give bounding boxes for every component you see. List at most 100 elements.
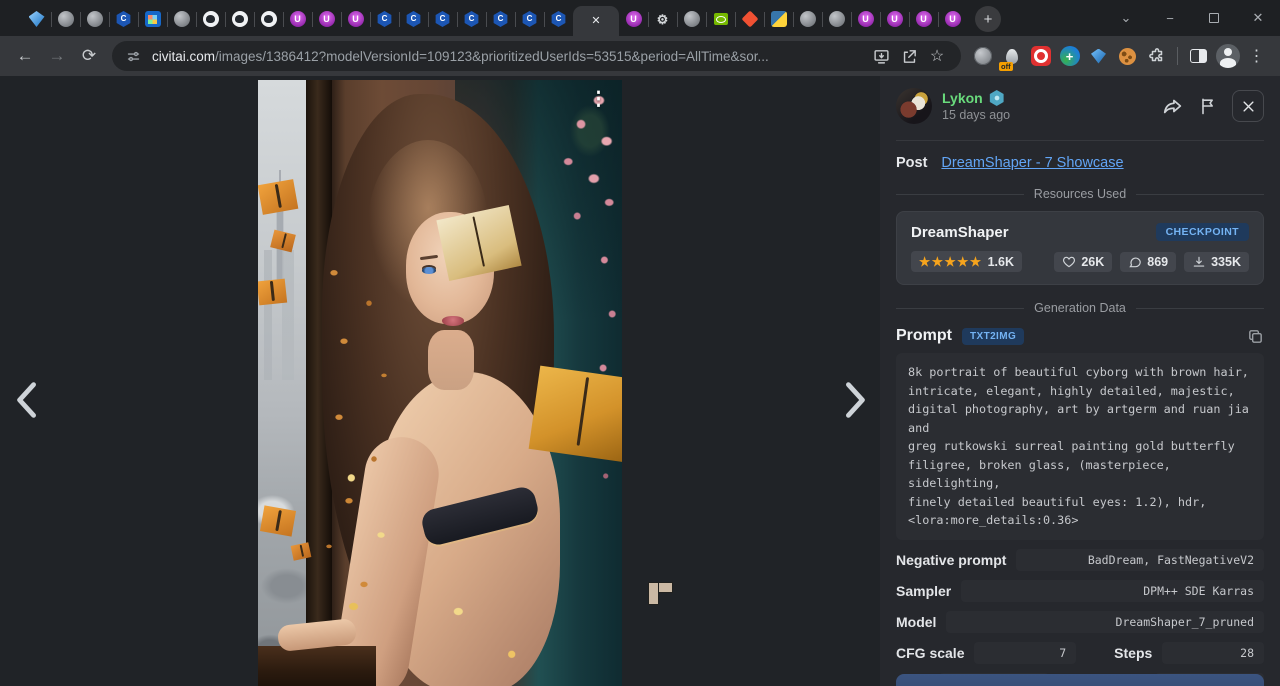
- address-bar[interactable]: civitai.com/images/1386412?modelVersionI…: [112, 41, 961, 71]
- woman-neck: [428, 330, 474, 390]
- resource-card[interactable]: DreamShaper CHECKPOINT ★★★★★ 1.6K 26K: [896, 211, 1264, 285]
- chex-favicon: C: [464, 11, 480, 27]
- previous-image-button[interactable]: [4, 376, 52, 424]
- maximize-button[interactable]: [1192, 0, 1236, 36]
- prompt-label: Prompt: [896, 327, 952, 345]
- minimize-button[interactable]: −: [1148, 0, 1192, 36]
- red-o-extension-icon[interactable]: [1027, 41, 1054, 71]
- tab[interactable]: U: [909, 2, 938, 36]
- copy-generation-data-button[interactable]: [896, 674, 1264, 686]
- tab[interactable]: [225, 2, 254, 36]
- chex-favicon: C: [551, 11, 567, 27]
- tab-search-icon[interactable]: ⌄: [1104, 0, 1148, 36]
- tab-active[interactable]: ✕: [573, 6, 619, 36]
- tab[interactable]: [22, 2, 51, 36]
- share-icon[interactable]: [895, 42, 923, 70]
- tab[interactable]: ⚙: [648, 2, 677, 36]
- side-panel-icon[interactable]: [1185, 41, 1212, 71]
- tab[interactable]: U: [938, 2, 967, 36]
- tab[interactable]: C: [370, 2, 399, 36]
- install-icon[interactable]: [867, 42, 895, 70]
- tab[interactable]: U: [619, 2, 648, 36]
- tab[interactable]: C: [428, 2, 457, 36]
- share-post-icon[interactable]: [1162, 95, 1184, 117]
- lips: [442, 316, 464, 326]
- tab[interactable]: U: [880, 2, 909, 36]
- cfg-scale-value[interactable]: 7: [974, 642, 1076, 664]
- site-info-icon[interactable]: [122, 45, 144, 67]
- tab[interactable]: [51, 2, 80, 36]
- tab[interactable]: [735, 2, 764, 36]
- orange-butterfly: [258, 279, 287, 306]
- image-options-menu-icon[interactable]: ⋮: [589, 88, 608, 111]
- url-domain: civitai.com: [152, 49, 215, 64]
- steps-label: Steps: [1114, 645, 1152, 661]
- tab[interactable]: C: [544, 2, 573, 36]
- post-link[interactable]: DreamShaper - 7 Showcase: [941, 155, 1123, 171]
- chex-favicon: C: [493, 11, 509, 27]
- tab[interactable]: [80, 2, 109, 36]
- tab[interactable]: [764, 2, 793, 36]
- tab[interactable]: C: [515, 2, 544, 36]
- steps-value[interactable]: 28: [1162, 642, 1264, 664]
- report-flag-icon[interactable]: [1198, 96, 1218, 116]
- user-avatar[interactable]: [896, 88, 932, 124]
- next-image-button[interactable]: [830, 376, 878, 424]
- url-text[interactable]: civitai.com/images/1386412?modelVersionI…: [152, 49, 867, 64]
- resources-used-header: Resources Used: [896, 187, 1264, 201]
- tab[interactable]: [822, 2, 851, 36]
- prompt-text[interactable]: 8k portrait of beautiful cyborg with bro…: [896, 353, 1264, 540]
- bookmark-star-icon[interactable]: ☆: [923, 42, 951, 70]
- rating-pill[interactable]: ★★★★★ 1.6K: [911, 251, 1022, 272]
- chex-favicon: C: [406, 11, 422, 27]
- profile-avatar[interactable]: [1214, 41, 1241, 71]
- cookie-extension-icon[interactable]: [1114, 41, 1141, 71]
- tab[interactable]: C: [399, 2, 428, 36]
- new-tab-button[interactable]: +: [975, 6, 1001, 32]
- likes-pill[interactable]: 26K: [1054, 252, 1112, 272]
- tab[interactable]: U: [851, 2, 880, 36]
- tab[interactable]: U: [312, 2, 341, 36]
- tab[interactable]: C: [457, 2, 486, 36]
- tab[interactable]: [167, 2, 196, 36]
- gem-extension-icon[interactable]: [1085, 41, 1112, 71]
- tab[interactable]: [706, 2, 735, 36]
- negative-prompt-value[interactable]: BadDream, FastNegativeV2: [1016, 549, 1264, 571]
- model-value[interactable]: DreamShaper_7_pruned: [946, 611, 1264, 633]
- generated-image[interactable]: ⋮: [258, 80, 622, 686]
- tab[interactable]: C: [486, 2, 515, 36]
- downloads-pill[interactable]: 335K: [1184, 252, 1249, 272]
- tab[interactable]: U: [341, 2, 370, 36]
- tab[interactable]: [793, 2, 822, 36]
- chex-favicon: C: [435, 11, 451, 27]
- orange-butterfly: [260, 505, 296, 536]
- window-close-button[interactable]: ✕: [1236, 0, 1280, 36]
- model-label: Model: [896, 614, 936, 630]
- checkpoint-badge: CHECKPOINT: [1156, 223, 1249, 241]
- globe-extension-icon[interactable]: [969, 41, 996, 71]
- orange-butterfly: [258, 179, 298, 215]
- page-content: ⋮ Lykon 15 days ago: [0, 76, 1280, 686]
- fire-extension-icon[interactable]: off: [998, 41, 1025, 71]
- copy-prompt-icon[interactable]: [1247, 328, 1264, 345]
- comments-pill[interactable]: 869: [1120, 252, 1176, 272]
- tab[interactable]: [254, 2, 283, 36]
- browser-menu-icon[interactable]: ⋮: [1243, 41, 1270, 71]
- globe-favicon: [58, 11, 74, 27]
- tab[interactable]: [196, 2, 225, 36]
- tab[interactable]: [677, 2, 706, 36]
- back-button[interactable]: ←: [10, 41, 40, 71]
- github-favicon: [203, 11, 219, 27]
- extensions-puzzle-icon[interactable]: [1143, 41, 1170, 71]
- username[interactable]: Lykon: [942, 90, 983, 106]
- blue-plus-extension-icon[interactable]: +: [1056, 41, 1083, 71]
- forward-button[interactable]: →: [42, 41, 72, 71]
- tab[interactable]: [138, 2, 167, 36]
- tab-close-icon[interactable]: ✕: [591, 16, 600, 27]
- sampler-value[interactable]: DPM++ SDE Karras: [961, 580, 1264, 602]
- close-panel-button[interactable]: [1232, 90, 1264, 122]
- reload-button[interactable]: ⟳: [74, 41, 104, 71]
- tab[interactable]: U: [283, 2, 312, 36]
- sampler-label: Sampler: [896, 583, 951, 599]
- tab[interactable]: C: [109, 2, 138, 36]
